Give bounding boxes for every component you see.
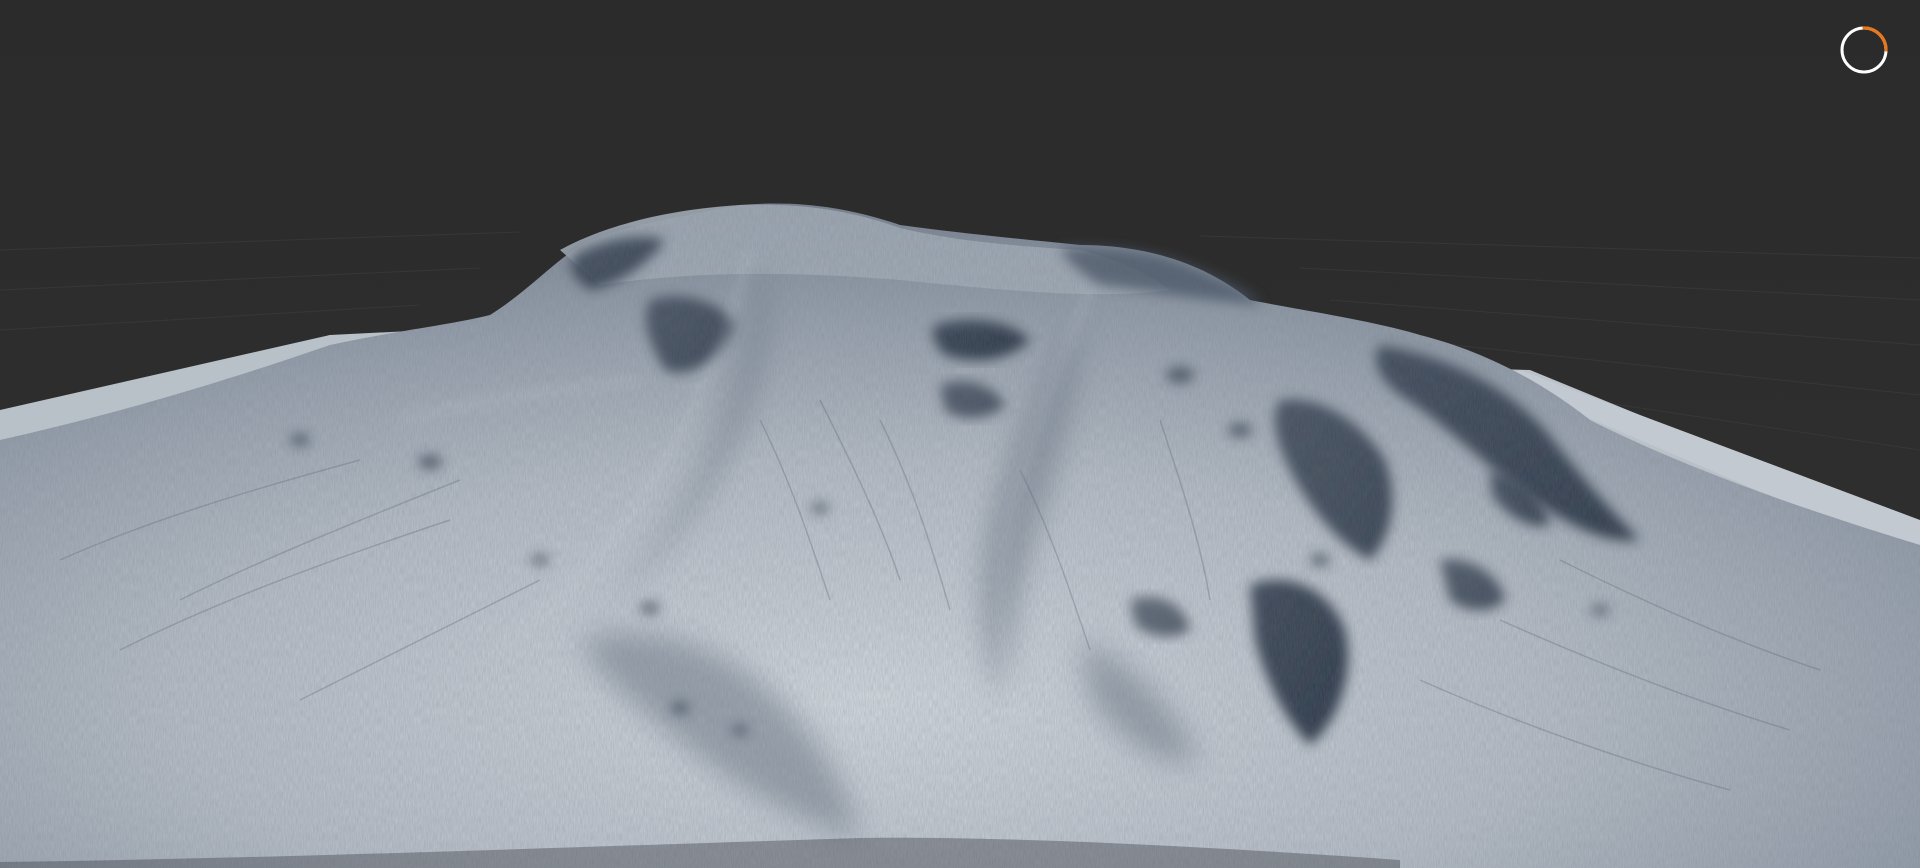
terrain-scene: [0, 0, 1920, 868]
3d-viewport[interactable]: [0, 0, 1920, 868]
loading-spinner: [1838, 24, 1890, 76]
loading-spinner-icon: [1840, 26, 1888, 74]
